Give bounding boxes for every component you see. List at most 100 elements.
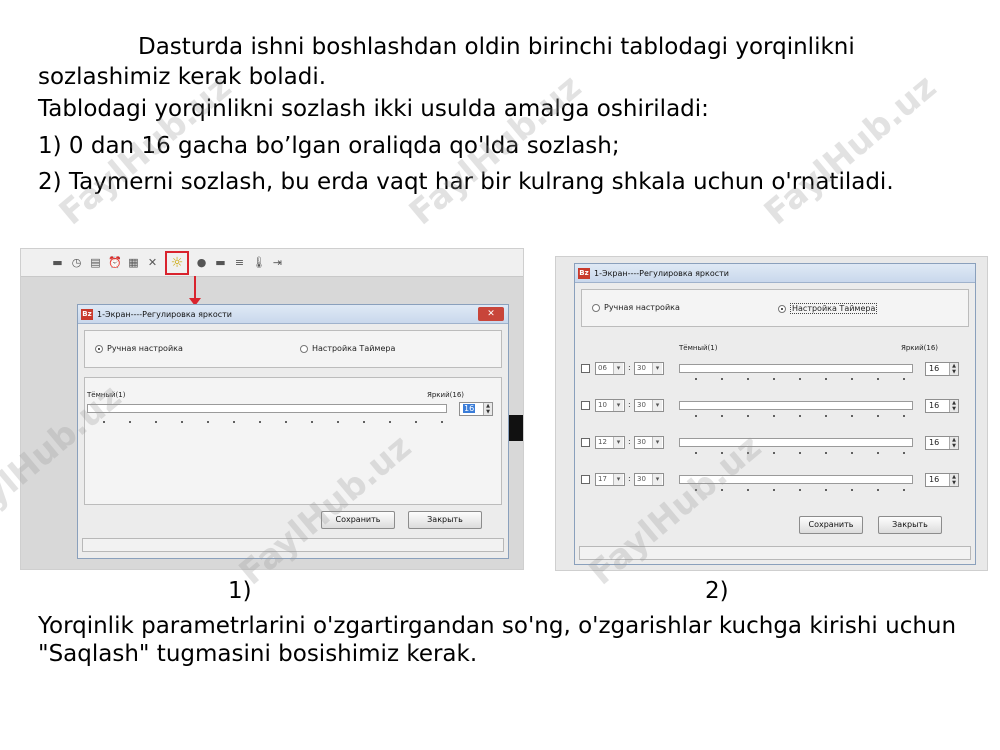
timer-brightness-value: 16 [929, 475, 940, 484]
hour-select[interactable]: 12 [595, 436, 625, 449]
radio-manual-label: Ручная настройка [604, 303, 680, 312]
dialog-title: 1-Экран----Регулировка яркости [97, 309, 232, 319]
brightness-dialog: Bz 1-Экран----Регулировка яркости ✕ Ручн… [77, 304, 509, 559]
timer-brightness-slider[interactable] [679, 401, 913, 410]
caption-2: 2) [705, 578, 729, 604]
list-icon[interactable]: ▬ [214, 256, 227, 269]
alarm-icon[interactable]: ⏰ [108, 256, 122, 269]
app-icon: Bz [81, 308, 93, 320]
timer-brightness-slider[interactable] [679, 475, 913, 484]
radio-manual-label: Ручная настройка [107, 344, 183, 353]
screenshot-manual-mode: ▬ ◷ ▤ ⏰ ▦ ✕ ☼ ● ▬ ≡ 🌡 ⇥ Bz 1-Экран----Регулировка я… [20, 248, 524, 570]
toolbar: ▬ ◷ ▤ ⏰ ▦ ✕ ☼ ● ▬ ≡ 🌡 ⇥ [21, 249, 523, 277]
outro-paragraph: Yorqinlik parametrlarini o'zgartirgandan… [38, 612, 978, 668]
methods-intro: Tablodagi yorqinlikni sozlash ikki usuld… [38, 96, 709, 122]
slider-ticks [683, 488, 913, 492]
radio-timer[interactable]: Настройка Таймера [778, 303, 878, 314]
timer-row-checkbox[interactable] [581, 438, 590, 447]
hour-select[interactable]: 17 [595, 473, 625, 486]
close-button[interactable]: Закрыть [878, 516, 942, 534]
time-separator: : [628, 363, 631, 372]
slider-ticks [683, 377, 913, 381]
spinner-arrows-icon[interactable]: ▲ ▼ [949, 437, 958, 449]
intro-line-1: Dasturda ishni boshlashdan oldin birinch… [138, 34, 855, 60]
close-button[interactable]: Закрыть [408, 511, 482, 529]
spinner-arrows-icon[interactable]: ▲ ▼ [483, 403, 492, 415]
hour-select[interactable]: 06 [595, 362, 625, 375]
caption-1: 1) [228, 578, 252, 604]
brightness-value: 16 [463, 404, 476, 413]
dialog-title: 1-Экран----Регулировка яркости [594, 268, 729, 278]
timer-brightness-slider[interactable] [679, 364, 913, 373]
brightness-slider[interactable] [87, 404, 447, 413]
app-icon: Bz [578, 267, 590, 279]
label-bright: Яркий(16) [427, 391, 465, 399]
timer-brightness-spinner[interactable]: 16 ▲ ▼ [925, 399, 959, 413]
hour-select[interactable]: 10 [595, 399, 625, 412]
timer-brightness-spinner[interactable]: 16 ▲ ▼ [925, 436, 959, 450]
calendar-icon[interactable]: ▤ [89, 256, 102, 269]
delete-icon[interactable]: ✕ [146, 256, 159, 269]
save-button[interactable]: Сохранить [321, 511, 395, 529]
radio-manual-dot[interactable] [95, 344, 103, 353]
save-button[interactable]: Сохранить [799, 516, 863, 534]
record-icon[interactable]: ▬ [51, 256, 64, 269]
time-separator: : [628, 474, 631, 483]
circle-icon[interactable]: ● [195, 256, 208, 269]
red-arrow-annotation [189, 276, 201, 306]
minute-select[interactable]: 30 [634, 362, 664, 375]
label-bright: Яркий(16) [901, 344, 939, 352]
dialog-title-bar: Bz 1-Экран----Регулировка яркости [575, 264, 975, 283]
timer-row-checkbox[interactable] [581, 475, 590, 484]
brightness-spinner[interactable]: 16 ▲ ▼ [459, 402, 493, 416]
timer-row-checkbox[interactable] [581, 401, 590, 410]
intro-paragraph: Dasturda ishni boshlashdan oldin birinch… [38, 32, 978, 92]
slider-ticks [91, 420, 447, 424]
status-bar [579, 546, 971, 560]
export-icon[interactable]: ⇥ [271, 256, 284, 269]
label-dark: Тёмный(1) [87, 391, 126, 399]
timer-brightness-slider[interactable] [679, 438, 913, 447]
label-dark: Тёмный(1) [679, 344, 718, 352]
mode-group: Ручная настройка Настройка Таймера [84, 330, 502, 368]
brightness-dialog-timer: Bz 1-Экран----Регулировка яркости Ручная… [574, 263, 976, 565]
radio-manual[interactable]: Ручная настройка [95, 344, 183, 353]
intro-line-2: sozlashimiz kerak boladi. [38, 64, 327, 90]
timer-brightness-value: 16 [929, 401, 940, 410]
minute-select[interactable]: 30 [634, 473, 664, 486]
timer-brightness-spinner[interactable]: 16 ▲ ▼ [925, 473, 959, 487]
clock-icon[interactable]: ◷ [70, 256, 83, 269]
radio-timer-dot[interactable] [778, 304, 786, 313]
slider-ticks [683, 414, 913, 418]
outro-line-2: "Saqlash" tugmasini bosishimiz kerak. [38, 641, 478, 667]
method-1: 1) 0 dan 16 gacha bo’lgan oraliqda qo'ld… [38, 133, 620, 159]
radio-timer[interactable]: Настройка Таймера [300, 344, 395, 353]
dialog-title-bar: Bz 1-Экран----Регулировка яркости [78, 305, 508, 324]
brightness-icon[interactable]: ☼ [165, 250, 189, 275]
slider-ticks [683, 451, 913, 455]
list-alt-icon[interactable]: ≡ [233, 256, 246, 269]
spinner-arrows-icon[interactable]: ▲ ▼ [949, 363, 958, 375]
timer-brightness-value: 16 [929, 438, 940, 447]
dialog-close-button[interactable]: ✕ [478, 307, 504, 321]
time-separator: : [628, 400, 631, 409]
timer-row-checkbox[interactable] [581, 364, 590, 373]
radio-timer-dot[interactable] [300, 344, 308, 353]
method-2: 2) Taymerni sozlash, bu erda vaqt har bi… [38, 169, 894, 195]
thermometer-icon[interactable]: 🌡 [252, 256, 266, 269]
timer-brightness-spinner[interactable]: 16 ▲ ▼ [925, 362, 959, 376]
status-bar [82, 538, 504, 552]
screenshot-timer-mode: Bz 1-Экран----Регулировка яркости Ручная… [555, 256, 988, 571]
brightness-group: Тёмный(1) Яркий(16) 16 ▲ ▼ [84, 377, 502, 505]
minute-select[interactable]: 30 [634, 399, 664, 412]
time-separator: : [628, 437, 631, 446]
grid-icon[interactable]: ▦ [127, 256, 140, 269]
spinner-arrows-icon[interactable]: ▲ ▼ [949, 474, 958, 486]
radio-manual[interactable]: Ручная настройка [592, 303, 680, 312]
minute-select[interactable]: 30 [634, 436, 664, 449]
outro-line-1: Yorqinlik parametrlarini o'zgartirgandan… [38, 613, 957, 639]
radio-manual-dot[interactable] [592, 303, 600, 312]
radio-timer-label: Настройка Таймера [312, 344, 396, 353]
window-edge [509, 415, 523, 441]
spinner-arrows-icon[interactable]: ▲ ▼ [949, 400, 958, 412]
